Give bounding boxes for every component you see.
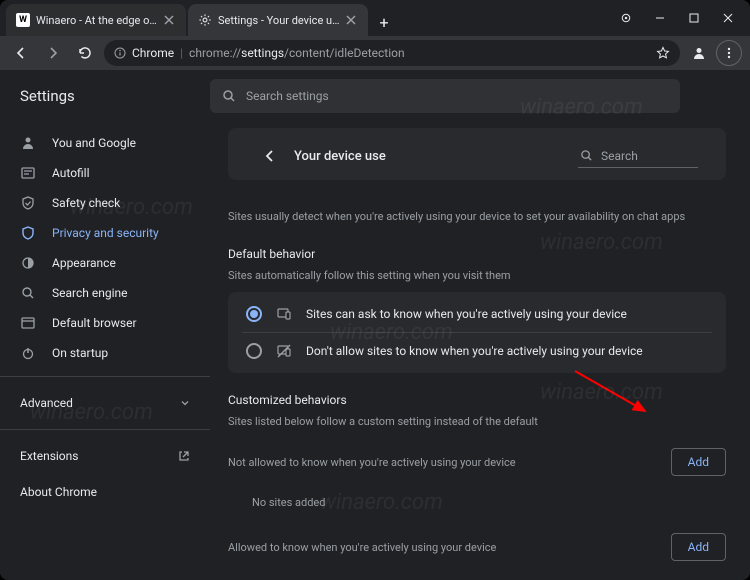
customized-behaviors-desc: Sites listed below follow a custom setti… [228,415,726,428]
tab-label: Settings - Your device use [218,14,340,27]
section-title: Your device use [294,149,386,164]
no-sites-text: No sites added [228,486,726,523]
tab-settings[interactable]: Settings - Your device use [188,4,368,36]
radio-label: Sites can ask to know when you're active… [306,307,627,321]
maximize-button[interactable] [680,4,708,32]
radio-icon [246,306,262,322]
shield-check-icon [20,195,36,211]
divider [0,376,210,377]
not-allowed-label: Not allowed to know when you're actively… [228,456,671,469]
section-search-input[interactable]: Search [578,145,698,168]
tab-label: Winaero - At the edge of tweak… [36,14,158,27]
gear-icon [198,13,212,27]
forward-button[interactable] [40,40,66,66]
device-icon [276,306,292,322]
settings-header: Settings Search settings [0,70,750,122]
window-titlebar: W Winaero - At the edge of tweak… Settin… [0,0,750,36]
back-button[interactable] [8,40,34,66]
no-sites-text: No sites added [228,571,726,580]
reload-button[interactable] [72,40,98,66]
shield-icon [20,225,36,241]
appearance-icon [20,255,36,271]
sidebar-item-label: On startup [52,346,108,360]
search-settings-input[interactable]: Search settings [210,79,680,113]
sidebar-item-label: Autofill [52,166,90,180]
minimize-button[interactable] [646,4,674,32]
new-tab-button[interactable]: + [370,8,398,36]
cast-icon[interactable] [612,4,640,32]
sidebar-item-safety-check[interactable]: Safety check [0,188,210,218]
close-window-button[interactable] [714,4,742,32]
sidebar-item-appearance[interactable]: Appearance [0,248,210,278]
search-placeholder: Search settings [246,89,329,103]
sidebar-item-autofill[interactable]: Autofill [0,158,210,188]
person-icon [20,135,36,151]
sidebar-item-label: You and Google [52,136,136,150]
address-bar[interactable]: Chrome | chrome://settings/content/idleD… [104,40,680,66]
sidebar-item-label: Appearance [52,256,116,270]
browser-icon [20,315,36,331]
sidebar-item-label: Safety check [52,196,120,210]
search-icon [20,285,36,301]
menu-icon[interactable] [716,40,742,66]
device-blocked-icon [276,343,292,359]
sidebar-item-you-and-google[interactable]: You and Google [0,128,210,158]
sidebar-item-label: Search engine [52,286,127,300]
tab-winaero[interactable]: W Winaero - At the edge of tweak… [6,4,186,36]
divider [0,429,210,430]
favicon-winaero: W [16,13,30,27]
sidebar-item-search-engine[interactable]: Search engine [0,278,210,308]
radio-sites-can-ask[interactable]: Sites can ask to know when you're active… [242,296,712,332]
url-chip: Chrome [132,46,174,60]
sidebar-item-on-startup[interactable]: On startup [0,338,210,368]
close-icon[interactable] [344,13,358,27]
section-description: Sites usually detect when you're activel… [228,194,726,241]
sidebar-item-label: Default browser [52,316,137,330]
sidebar-item-default-browser[interactable]: Default browser [0,308,210,338]
settings-sidebar: You and Google Autofill Safety check Pri… [0,122,210,580]
allowed-label: Allowed to know when you're actively usi… [228,541,671,554]
toolbar: Chrome | chrome://settings/content/idleD… [0,36,750,70]
sidebar-item-label: Privacy and security [52,226,159,240]
add-allowed-button[interactable]: Add [671,533,726,561]
external-link-icon [178,450,190,462]
search-icon [580,149,593,162]
back-button[interactable] [256,142,284,170]
power-icon [20,345,36,361]
bookmark-star-icon[interactable] [656,46,670,60]
add-not-allowed-button[interactable]: Add [671,448,726,476]
radio-label: Don't allow sites to know when you're ac… [306,344,643,358]
default-behavior-heading: Default behavior [228,247,726,261]
site-info-icon[interactable] [114,47,126,59]
search-icon [222,89,236,103]
sidebar-extensions[interactable]: Extensions [0,438,210,474]
customized-behaviors-heading: Customized behaviors [228,393,726,407]
default-behavior-desc: Sites automatically follow this setting … [228,269,726,282]
page-title: Settings [20,87,210,105]
radio-icon [246,343,262,359]
sidebar-advanced[interactable]: Advanced [0,385,210,421]
radio-dont-allow[interactable]: Don't allow sites to know when you're ac… [242,333,712,369]
profile-icon[interactable] [686,40,712,66]
autofill-icon [20,165,36,181]
sidebar-about-chrome[interactable]: About Chrome [0,474,210,510]
settings-content: Your device use Search Sites usually det… [210,122,750,580]
chevron-down-icon [180,398,190,408]
sidebar-item-privacy-security[interactable]: Privacy and security [0,218,210,248]
close-icon[interactable] [162,13,176,27]
